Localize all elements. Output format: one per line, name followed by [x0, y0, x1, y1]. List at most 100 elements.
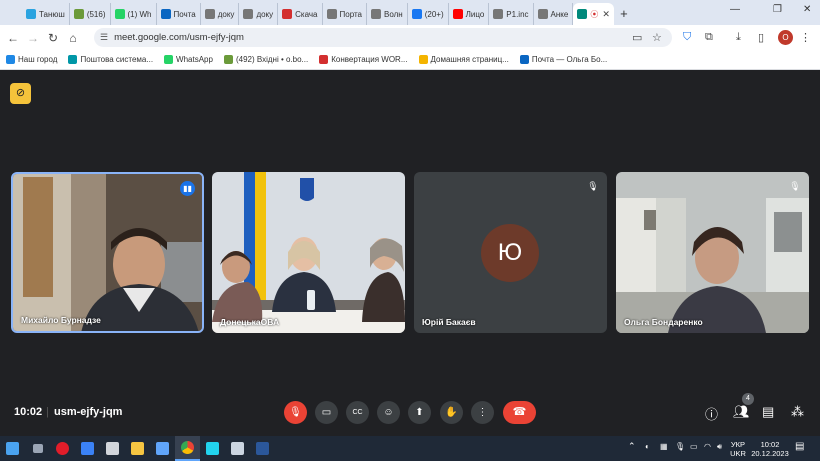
bookmark-item[interactable]: (492) Вхідні • o.bo... [223, 55, 308, 64]
more-options-button[interactable]: ⋮ [471, 401, 494, 424]
bookmark-item[interactable]: Поштова система... [68, 55, 153, 64]
camera-icon[interactable]: ▭ [632, 31, 642, 44]
wifi-icon[interactable]: ◠ [704, 442, 711, 451]
task-view-button[interactable] [25, 436, 50, 461]
browser-toolbar: ← → ↻ ⌂ ☰ meet.google.com/usm-ejfy-jqm ▭… [0, 25, 820, 50]
chevron-up-icon[interactable]: ⌃ [628, 442, 636, 451]
speaking-indicator-icon: ▮▮ [180, 181, 195, 196]
browser-tab[interactable]: Танюш [22, 3, 70, 25]
leave-call-button[interactable]: ☎ [503, 401, 536, 424]
windows-logo-icon [6, 442, 19, 455]
explorer-taskbar-button[interactable] [125, 436, 150, 461]
browser-tab[interactable]: (20+) [408, 3, 449, 25]
youtube-icon [452, 9, 463, 19]
camera-off-icon[interactable]: ⊘ [10, 83, 31, 104]
new-tab-button[interactable]: + [614, 3, 634, 25]
browser-tab[interactable]: Анке [534, 3, 574, 25]
reload-icon[interactable]: ↻ [43, 31, 63, 45]
extensions-icon[interactable]: ⧉ [705, 31, 713, 44]
back-icon[interactable]: ← [3, 31, 23, 45]
participant-tile[interactable]: 🎙︎ Ольга Бондаренко [616, 172, 809, 333]
battery-icon[interactable]: ▭ [690, 442, 698, 451]
address-bar[interactable]: ☰ meet.google.com/usm-ejfy-jqm [94, 28, 672, 47]
outlook-icon [519, 55, 529, 64]
start-button[interactable] [0, 436, 25, 461]
raise-hand-button[interactable]: ✋ [440, 401, 463, 424]
sidebar-icon[interactable]: ▯ [758, 31, 764, 44]
notifications-icon[interactable]: ▤ [795, 442, 804, 452]
video-camera-icon: ▭ [321, 407, 332, 418]
word-taskbar-button[interactable] [250, 436, 275, 461]
browser-tab[interactable]: Почта [157, 3, 201, 25]
app-taskbar-button[interactable] [225, 436, 250, 461]
people-icon[interactable]: 👥︎ [733, 404, 750, 420]
more-vert-icon: ⋮ [477, 407, 488, 418]
reactions-button[interactable]: ☺ [377, 401, 400, 424]
opera-icon [56, 442, 69, 455]
bookmark-item[interactable]: Наш город [6, 55, 57, 64]
outlook-icon [160, 9, 171, 19]
chrome-taskbar-button[interactable] [175, 436, 200, 461]
participant-tile[interactable]: ▮▮ Михайло Бурнадзе [11, 172, 204, 333]
site-info-icon[interactable]: ☰ [100, 32, 108, 43]
captions-icon: CC [352, 409, 363, 416]
close-tab-icon[interactable]: ✕ [602, 9, 610, 20]
activities-icon[interactable]: ⁂ [791, 404, 804, 420]
mail-taskbar-button[interactable] [75, 436, 100, 461]
opera-taskbar-button[interactable] [50, 436, 75, 461]
store-icon [156, 442, 169, 455]
bookmark-item[interactable]: Домашняя страниц... [418, 55, 509, 64]
tray-app-icon[interactable]: ◐ [645, 442, 650, 451]
microphone-tray-icon[interactable]: 🎙︎ [675, 442, 685, 451]
mic-off-icon: 🎙︎ [289, 407, 302, 418]
participant-avatar: Ю [481, 224, 539, 282]
emoji-icon: ☺ [383, 407, 394, 418]
calculator-taskbar-button[interactable] [100, 436, 125, 461]
close-window-icon[interactable]: ✕ [803, 4, 811, 15]
url-text: meet.google.com/usm-ejfy-jqm [114, 32, 244, 43]
browser-tab[interactable]: Волн [367, 3, 408, 25]
browser-tab[interactable]: P1.inc [489, 3, 534, 25]
menu-icon[interactable]: ⋮ [800, 31, 811, 44]
store-taskbar-button[interactable] [150, 436, 175, 461]
maximize-icon[interactable]: ❐ [773, 4, 782, 15]
shield-icon[interactable]: ⛉ [683, 31, 691, 44]
present-button[interactable]: ⬆ [408, 401, 431, 424]
home-icon[interactable]: ⌂ [63, 31, 83, 45]
clock[interactable]: 10:02 20.12.2023 [751, 440, 789, 458]
camera-toggle-button[interactable]: ▭ [315, 401, 338, 424]
download-icon[interactable]: ⤓ [736, 31, 741, 44]
participant-video [212, 172, 405, 333]
app-taskbar-button[interactable] [200, 436, 225, 461]
participant-tile[interactable]: 🎙︎ Ю Юрій Бакаєв [414, 172, 607, 333]
minimize-icon[interactable]: — [730, 4, 740, 15]
info-icon[interactable]: ⓘ [705, 404, 718, 423]
network-icon[interactable]: ▦ [660, 442, 668, 451]
mic-toggle-button[interactable]: 🎙︎ [284, 401, 307, 424]
bookmark-item[interactable]: Конвертация WOR... [319, 55, 408, 64]
volume-icon[interactable]: 🔊︎ [717, 442, 722, 451]
globe-icon [537, 9, 548, 19]
bookmark-item[interactable]: WhatsApp [164, 55, 213, 64]
browser-tab[interactable]: (516) [70, 3, 111, 25]
meeting-time: 10:02 [14, 406, 43, 418]
browser-tab[interactable]: (1) Wh [111, 3, 157, 25]
participant-tile[interactable]: ДонецькаОВА [212, 172, 405, 333]
meeting-code: usm-ejfy-jqm [54, 406, 123, 418]
browser-tab[interactable]: Лицо [449, 3, 490, 25]
browser-tab[interactable]: Скача [278, 3, 323, 25]
browser-tab[interactable]: Порта [323, 3, 367, 25]
chat-icon[interactable]: ▤ [762, 404, 774, 420]
captions-button[interactable]: CC [346, 401, 369, 424]
browser-tab-active[interactable]: ⦿ ✕ [573, 3, 614, 25]
bookmark-item[interactable]: Почта — Ольга Бо... [519, 55, 607, 64]
bookmark-star-icon[interactable]: ☆ [652, 31, 662, 44]
heart-icon [319, 55, 329, 64]
windows-icon [418, 55, 428, 64]
present-screen-icon: ⬆ [415, 407, 424, 418]
profile-avatar[interactable]: O [778, 30, 793, 45]
forward-icon[interactable]: → [23, 31, 43, 45]
language-indicator[interactable]: УКР UKR [728, 440, 748, 458]
browser-tab[interactable]: доку [239, 3, 279, 25]
browser-tab[interactable]: доку [201, 3, 240, 25]
